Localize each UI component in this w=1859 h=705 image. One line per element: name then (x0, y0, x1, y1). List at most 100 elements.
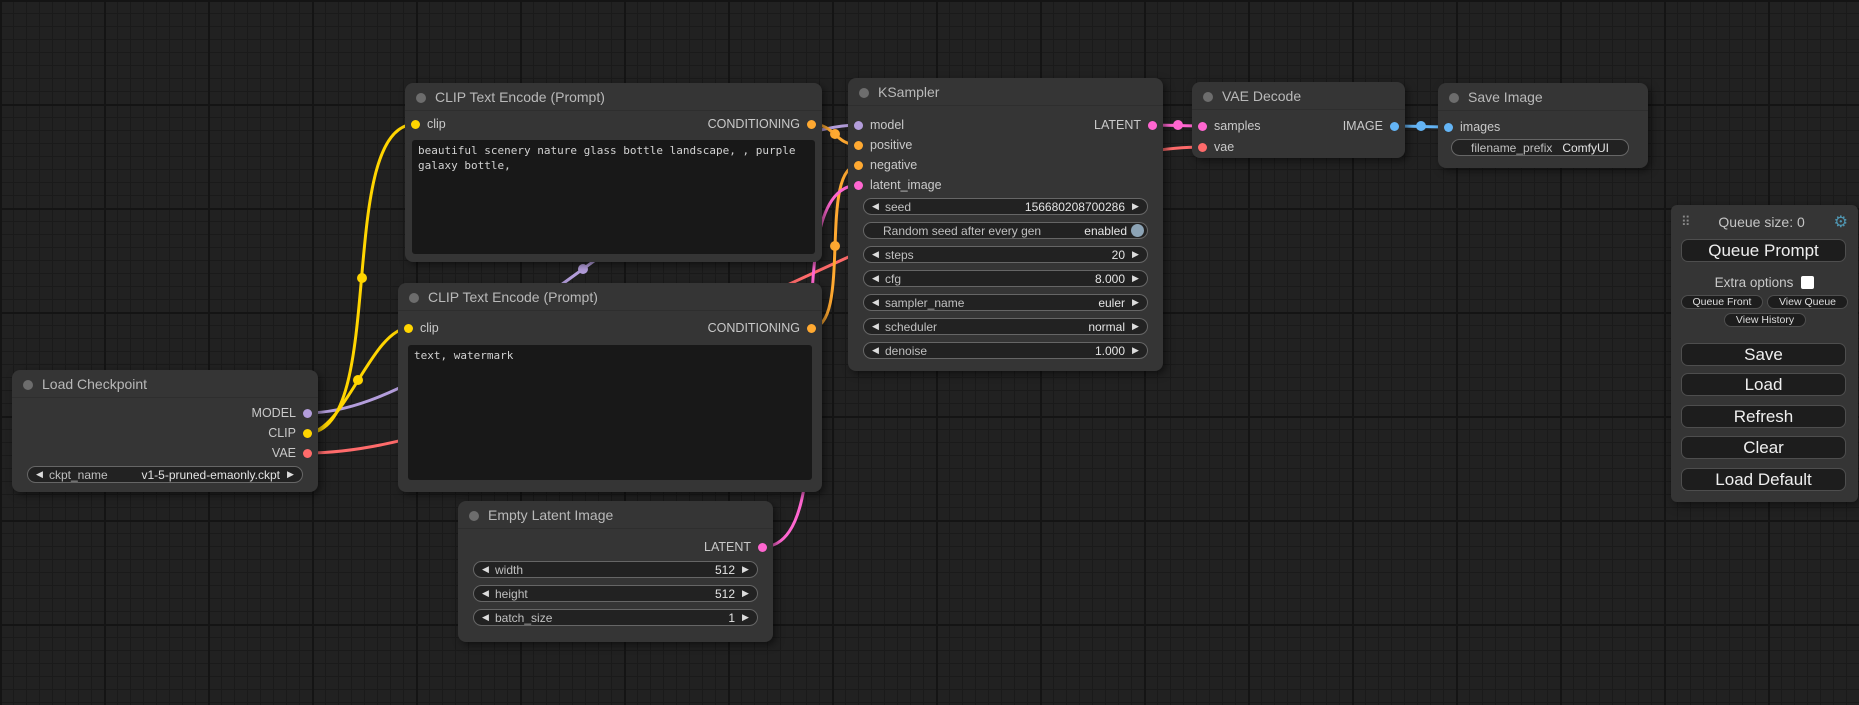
prev-value-arrow-icon[interactable]: ◀ (869, 319, 882, 334)
node-vae-decode[interactable]: VAE Decode samples vae IMAGE (1192, 82, 1405, 158)
toggle-knob[interactable] (1131, 224, 1144, 237)
view-queue-button[interactable]: View Queue (1767, 295, 1848, 309)
widget-random-seed-toggle[interactable]: Random seed after every gen enabled (863, 222, 1148, 239)
node-collapse-dot[interactable] (469, 511, 479, 521)
node-collapse-dot[interactable] (23, 380, 33, 390)
queue-prompt-button[interactable]: Queue Prompt (1681, 239, 1846, 262)
refresh-button[interactable]: Refresh (1681, 405, 1846, 428)
output-dot-image[interactable] (1390, 122, 1399, 131)
next-value-arrow-icon[interactable]: ▶ (739, 586, 752, 601)
node-title-bar[interactable]: VAE Decode (1192, 82, 1405, 110)
prompt-textarea[interactable]: text, watermark (408, 345, 812, 480)
prev-value-arrow-icon[interactable]: ◀ (479, 562, 492, 577)
next-value-arrow-icon[interactable]: ▶ (1129, 247, 1142, 262)
node-collapse-dot[interactable] (409, 293, 419, 303)
widget-cfg[interactable]: ◀ cfg 8.000 ▶ (863, 270, 1148, 287)
output-dot-latent[interactable] (1148, 121, 1157, 130)
clear-button[interactable]: Clear (1681, 436, 1846, 459)
input-dot-positive[interactable] (854, 141, 863, 150)
node-title-bar[interactable]: Save Image (1438, 83, 1648, 111)
output-slot-conditioning[interactable]: CONDITIONING (708, 319, 816, 337)
node-empty-latent-image[interactable]: Empty Latent Image LATENT ◀ width 512 ▶ … (458, 501, 773, 642)
node-collapse-dot[interactable] (416, 93, 426, 103)
output-dot-vae[interactable] (303, 449, 312, 458)
widget-seed[interactable]: ◀ seed 156680208700286 ▶ (863, 198, 1148, 215)
input-slot-vae[interactable]: vae (1198, 138, 1234, 156)
node-ksampler[interactable]: KSampler model positive negative latent_… (848, 78, 1163, 371)
prev-value-arrow-icon[interactable]: ◀ (33, 467, 46, 482)
drag-handle-icon[interactable]: ⠿ (1681, 214, 1690, 230)
input-slot-samples[interactable]: samples (1198, 117, 1261, 135)
node-title-bar[interactable]: KSampler (848, 78, 1163, 106)
input-slot-images[interactable]: images (1444, 118, 1500, 136)
next-value-arrow-icon[interactable]: ▶ (1129, 343, 1142, 358)
widget-height[interactable]: ◀ height 512 ▶ (473, 585, 758, 602)
input-dot-clip[interactable] (411, 120, 420, 129)
node-collapse-dot[interactable] (1203, 92, 1213, 102)
next-value-arrow-icon[interactable]: ▶ (284, 467, 297, 482)
next-value-arrow-icon[interactable]: ▶ (1129, 199, 1142, 214)
output-dot-latent[interactable] (758, 543, 767, 552)
prev-value-arrow-icon[interactable]: ◀ (479, 586, 492, 601)
settings-gear-icon[interactable]: ⚙ (1834, 212, 1848, 232)
node-clip-text-encode-negative[interactable]: CLIP Text Encode (Prompt) clip CONDITION… (398, 283, 822, 492)
input-dot-samples[interactable] (1198, 122, 1207, 131)
load-default-button[interactable]: Load Default (1681, 468, 1846, 491)
prev-value-arrow-icon[interactable]: ◀ (869, 295, 882, 310)
next-value-arrow-icon[interactable]: ▶ (739, 562, 752, 577)
output-slot-clip[interactable]: CLIP (268, 424, 312, 442)
input-dot-model[interactable] (854, 121, 863, 130)
input-dot-negative[interactable] (854, 161, 863, 170)
input-slot-clip[interactable]: clip (411, 115, 446, 133)
node-title-bar[interactable]: Load Checkpoint (12, 370, 318, 398)
node-collapse-dot[interactable] (859, 88, 869, 98)
widget-scheduler[interactable]: ◀ scheduler normal ▶ (863, 318, 1148, 335)
output-slot-conditioning[interactable]: CONDITIONING (708, 115, 816, 133)
widget-width[interactable]: ◀ width 512 ▶ (473, 561, 758, 578)
queue-front-button[interactable]: Queue Front (1681, 295, 1763, 309)
widget-sampler-name[interactable]: ◀ sampler_name euler ▶ (863, 294, 1148, 311)
output-dot-conditioning[interactable] (807, 324, 816, 333)
widget-denoise[interactable]: ◀ denoise 1.000 ▶ (863, 342, 1148, 359)
output-dot-clip[interactable] (303, 429, 312, 438)
node-save-image[interactable]: Save Image images filename_prefix ComfyU… (1438, 83, 1648, 168)
output-slot-image[interactable]: IMAGE (1343, 117, 1399, 135)
input-slot-latent-image[interactable]: latent_image (854, 176, 942, 194)
widget-steps[interactable]: ◀ steps 20 ▶ (863, 246, 1148, 263)
next-value-arrow-icon[interactable]: ▶ (739, 610, 752, 625)
view-history-button[interactable]: View History (1724, 313, 1806, 327)
output-dot-conditioning[interactable] (807, 120, 816, 129)
next-value-arrow-icon[interactable]: ▶ (1129, 295, 1142, 310)
prev-value-arrow-icon[interactable]: ◀ (869, 271, 882, 286)
output-dot-model[interactable] (303, 409, 312, 418)
input-slot-negative[interactable]: negative (854, 156, 917, 174)
next-value-arrow-icon[interactable]: ▶ (1129, 271, 1142, 286)
widget-ckpt-name[interactable]: ◀ ckpt_name v1-5-pruned-emaonly.ckpt ▶ (27, 466, 303, 483)
input-slot-clip[interactable]: clip (404, 319, 439, 337)
input-dot-vae[interactable] (1198, 143, 1207, 152)
prev-value-arrow-icon[interactable]: ◀ (869, 199, 882, 214)
node-collapse-dot[interactable] (1449, 93, 1459, 103)
output-slot-latent[interactable]: LATENT (704, 538, 767, 556)
input-dot-images[interactable] (1444, 123, 1453, 132)
node-title-bar[interactable]: CLIP Text Encode (Prompt) (398, 283, 822, 311)
node-clip-text-encode-positive[interactable]: CLIP Text Encode (Prompt) clip CONDITION… (405, 83, 822, 262)
node-title-bar[interactable]: CLIP Text Encode (Prompt) (405, 83, 822, 111)
input-dot-clip[interactable] (404, 324, 413, 333)
output-slot-vae[interactable]: VAE (272, 444, 312, 462)
extra-options-checkbox[interactable] (1801, 276, 1814, 289)
output-slot-latent[interactable]: LATENT (1094, 116, 1157, 134)
comfyui-canvas[interactable]: { "colors": { "model": "#B39DDB", "clip"… (0, 0, 1859, 705)
prompt-textarea[interactable]: beautiful scenery nature glass bottle la… (412, 140, 815, 254)
prev-value-arrow-icon[interactable]: ◀ (869, 247, 882, 262)
save-button[interactable]: Save (1681, 343, 1846, 366)
load-button[interactable]: Load (1681, 373, 1846, 396)
prev-value-arrow-icon[interactable]: ◀ (479, 610, 492, 625)
node-load-checkpoint[interactable]: Load Checkpoint MODEL CLIP VAE ◀ ckpt_na… (12, 370, 318, 492)
node-title-bar[interactable]: Empty Latent Image (458, 501, 773, 529)
input-slot-model[interactable]: model (854, 116, 904, 134)
widget-batch-size[interactable]: ◀ batch_size 1 ▶ (473, 609, 758, 626)
widget-filename-prefix[interactable]: filename_prefix ComfyUI (1451, 139, 1629, 156)
prev-value-arrow-icon[interactable]: ◀ (869, 343, 882, 358)
input-dot-latent-image[interactable] (854, 181, 863, 190)
